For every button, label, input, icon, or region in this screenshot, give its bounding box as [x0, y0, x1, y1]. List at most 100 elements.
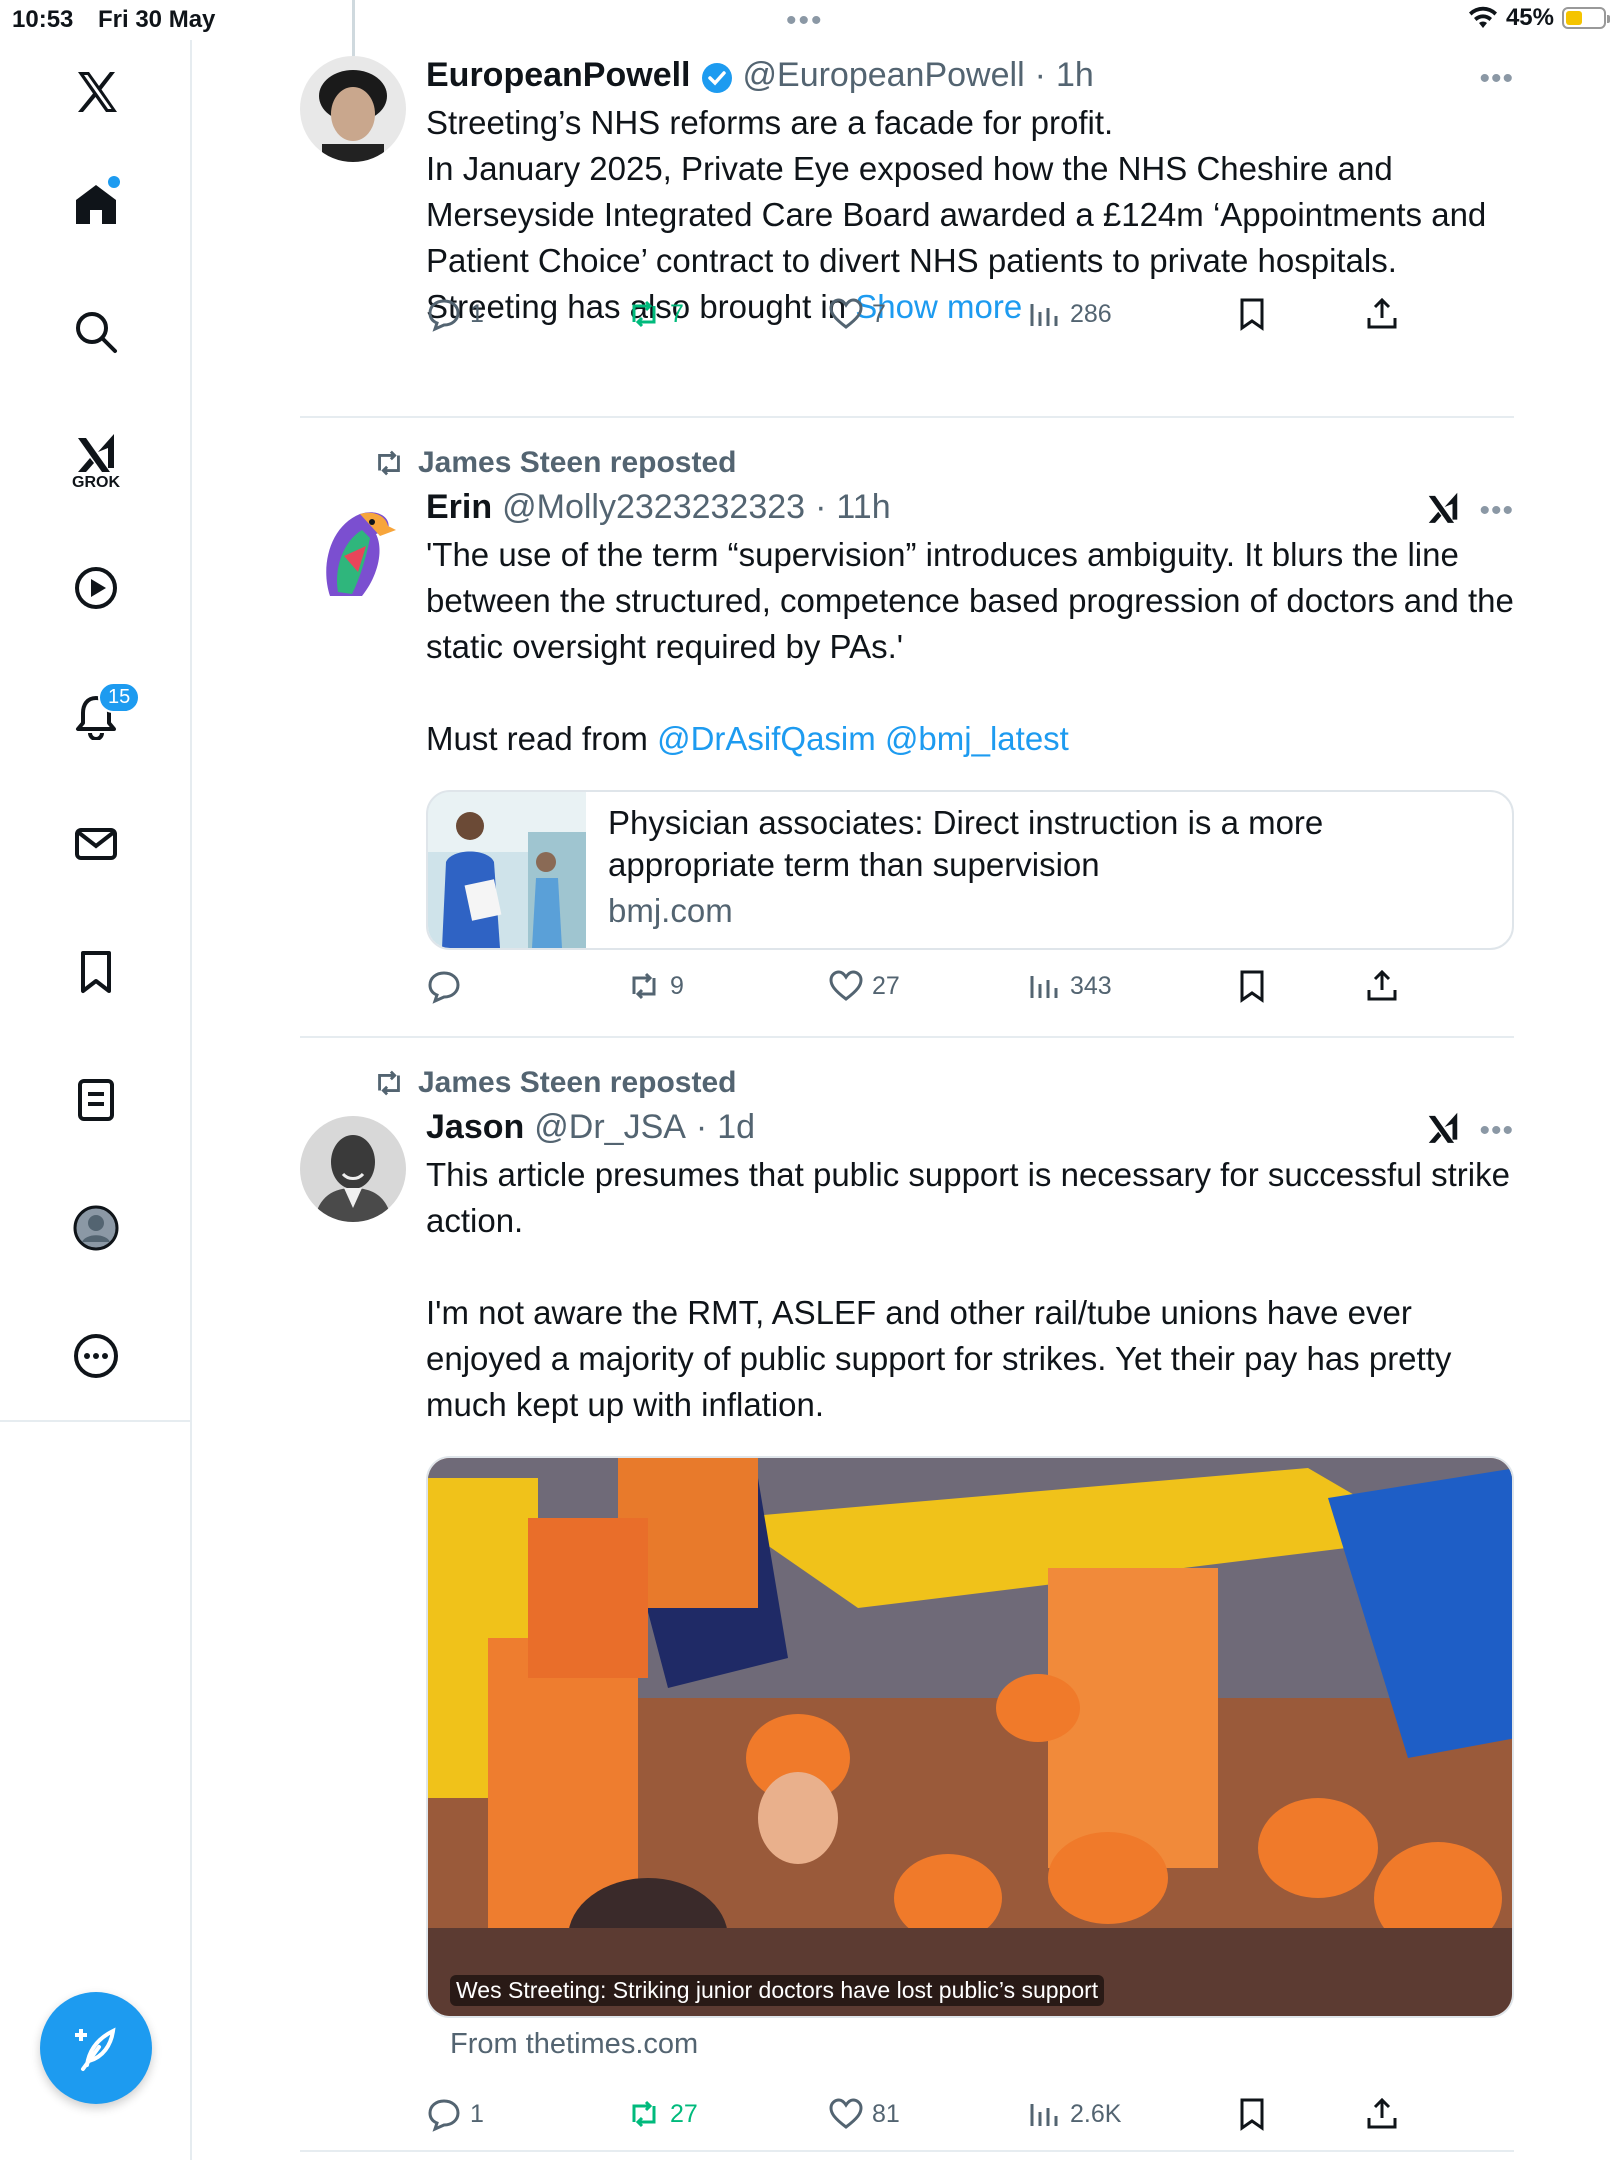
- profile-icon: [73, 1205, 119, 1251]
- views-count: 2.6K: [1070, 2099, 1122, 2128]
- nav-notifications[interactable]: 15: [56, 676, 141, 756]
- views-button[interactable]: 286: [1026, 296, 1112, 332]
- reposted-by[interactable]: James Steen reposted: [418, 1066, 736, 1100]
- separator-dot: ·: [1034, 56, 1046, 94]
- reply-icon: [428, 971, 460, 1004]
- nav-messages[interactable]: [56, 804, 136, 884]
- x-logo-icon[interactable]: [56, 52, 136, 132]
- like-count: 27: [872, 971, 900, 1000]
- author-name[interactable]: Erin: [426, 488, 492, 527]
- like-button[interactable]: 7: [828, 296, 886, 332]
- mention-link[interactable]: @bmj_latest: [885, 720, 1069, 757]
- reply-icon: [428, 2099, 460, 2132]
- repost-button[interactable]: 9: [626, 968, 684, 1004]
- author-handle[interactable]: @Molly2323232323: [502, 488, 805, 527]
- nav-home[interactable]: [56, 164, 136, 244]
- views-count: 286: [1070, 299, 1112, 328]
- heart-icon: [829, 2098, 863, 2129]
- author-handle[interactable]: @EuropeanPowell: [743, 56, 1025, 95]
- bookmark-button[interactable]: [1234, 296, 1270, 332]
- nav-profile[interactable]: [56, 1188, 136, 1268]
- compose-button[interactable]: [40, 1992, 152, 2104]
- wifi-icon: [1468, 6, 1497, 28]
- reply-button[interactable]: [426, 968, 470, 1004]
- repost-count: 27: [670, 2099, 698, 2128]
- author-handle[interactable]: @Dr_JSA: [534, 1108, 686, 1147]
- link-preview-card[interactable]: Physician associates: Direct instruction…: [426, 790, 1514, 950]
- tweet-actions: 1 7 7 286: [426, 296, 1426, 346]
- sidebar: GROK 15: [0, 40, 192, 1420]
- share-button[interactable]: [1364, 968, 1400, 1004]
- share-icon: [1367, 297, 1397, 329]
- repost-icon: [378, 450, 400, 476]
- views-button[interactable]: 343: [1026, 968, 1112, 1004]
- views-count: 343: [1070, 971, 1112, 1000]
- avatar[interactable]: [300, 496, 406, 602]
- nav-more[interactable]: [56, 1316, 136, 1396]
- author-name[interactable]: Jason: [426, 1108, 524, 1147]
- share-button[interactable]: [1364, 296, 1400, 332]
- grok-explain-icon[interactable]: [1424, 488, 1462, 526]
- tweet-time[interactable]: 11h: [836, 488, 890, 527]
- repost-count: 9: [670, 971, 684, 1000]
- more-options-icon[interactable]: •••: [1479, 494, 1514, 528]
- nav-videos[interactable]: [56, 548, 136, 628]
- tweet[interactable]: EuropeanPowell @EuropeanPowell · 1h ••• …: [300, 56, 1514, 356]
- media-image[interactable]: Wes Streeting: Striking junior doctors h…: [426, 1456, 1514, 2018]
- reply-icon: [428, 299, 460, 332]
- views-button[interactable]: 2.6K: [1026, 2096, 1121, 2132]
- heart-icon: [829, 298, 863, 329]
- reposted-by[interactable]: James Steen reposted: [418, 446, 736, 480]
- repost-icon: [378, 1070, 400, 1096]
- thread-line: [352, 0, 355, 56]
- like-button[interactable]: 81: [828, 2096, 900, 2132]
- battery-level: [1566, 11, 1583, 25]
- avatar[interactable]: [300, 1116, 406, 1222]
- like-button[interactable]: 27: [828, 968, 900, 1004]
- bookmark-button[interactable]: [1234, 2096, 1270, 2132]
- more-options-icon[interactable]: •••: [1479, 1114, 1514, 1148]
- share-button[interactable]: [1364, 2096, 1400, 2132]
- nav-lists[interactable]: [56, 1060, 136, 1140]
- bookmark-button[interactable]: [1234, 968, 1270, 1004]
- tweet[interactable]: James Steen reposted Erin @Molly23232323…: [300, 440, 1514, 1020]
- views-chart-icon: [1030, 304, 1058, 326]
- separator-dot: ·: [695, 1108, 708, 1146]
- nav-grok[interactable]: GROK: [56, 420, 136, 500]
- multitasking-dots-icon[interactable]: •••: [786, 4, 824, 38]
- avatar[interactable]: [300, 56, 406, 162]
- notifications-badge: 15: [98, 682, 141, 713]
- tweet[interactable]: James Steen reposted Jason @Dr_JSA · 1d …: [300, 1060, 1514, 2150]
- card-thumbnail: [428, 792, 586, 948]
- home-new-dot: [108, 176, 120, 188]
- bookmark-icon: [1240, 2098, 1264, 2131]
- search-icon: [76, 312, 117, 353]
- tweet-time[interactable]: 1h: [1056, 56, 1094, 95]
- reply-button[interactable]: 1: [426, 296, 484, 332]
- more-icon: [74, 1334, 118, 1378]
- tweet-divider: [300, 416, 1514, 418]
- lists-icon: [78, 1079, 114, 1121]
- status-date: Fri 30 May: [98, 6, 216, 33]
- nav-bookmarks[interactable]: [56, 932, 136, 1012]
- grok-explain-icon[interactable]: [1424, 1108, 1462, 1146]
- status-bar: 10:53 Fri 30 May ••• 45%: [0, 0, 1620, 40]
- mention-link[interactable]: @DrAsifQasim: [657, 720, 876, 757]
- more-options-icon[interactable]: •••: [1479, 62, 1514, 96]
- tweet-header: Erin @Molly2323232323 · 11h: [426, 488, 1514, 532]
- tweet-actions: 9 27 343: [426, 968, 1426, 1018]
- tweet-time[interactable]: 1d: [717, 1108, 755, 1147]
- messages-envelope-icon: [75, 828, 117, 860]
- reply-button[interactable]: 1: [426, 2096, 484, 2132]
- tweet-actions: 1 27 81 2.6K: [426, 2096, 1426, 2146]
- tweet-divider: [300, 2150, 1514, 2152]
- repost-button[interactable]: 7: [626, 296, 684, 332]
- author-name[interactable]: EuropeanPowell: [426, 56, 691, 95]
- nav-search[interactable]: [56, 292, 136, 372]
- source-link[interactable]: From thetimes.com: [450, 2028, 698, 2061]
- repost-icon: [632, 2100, 656, 2128]
- repost-button[interactable]: 27: [626, 2096, 698, 2132]
- bookmark-icon: [1240, 298, 1264, 331]
- tweet-divider: [300, 1036, 1514, 1038]
- heart-icon: [829, 970, 863, 1001]
